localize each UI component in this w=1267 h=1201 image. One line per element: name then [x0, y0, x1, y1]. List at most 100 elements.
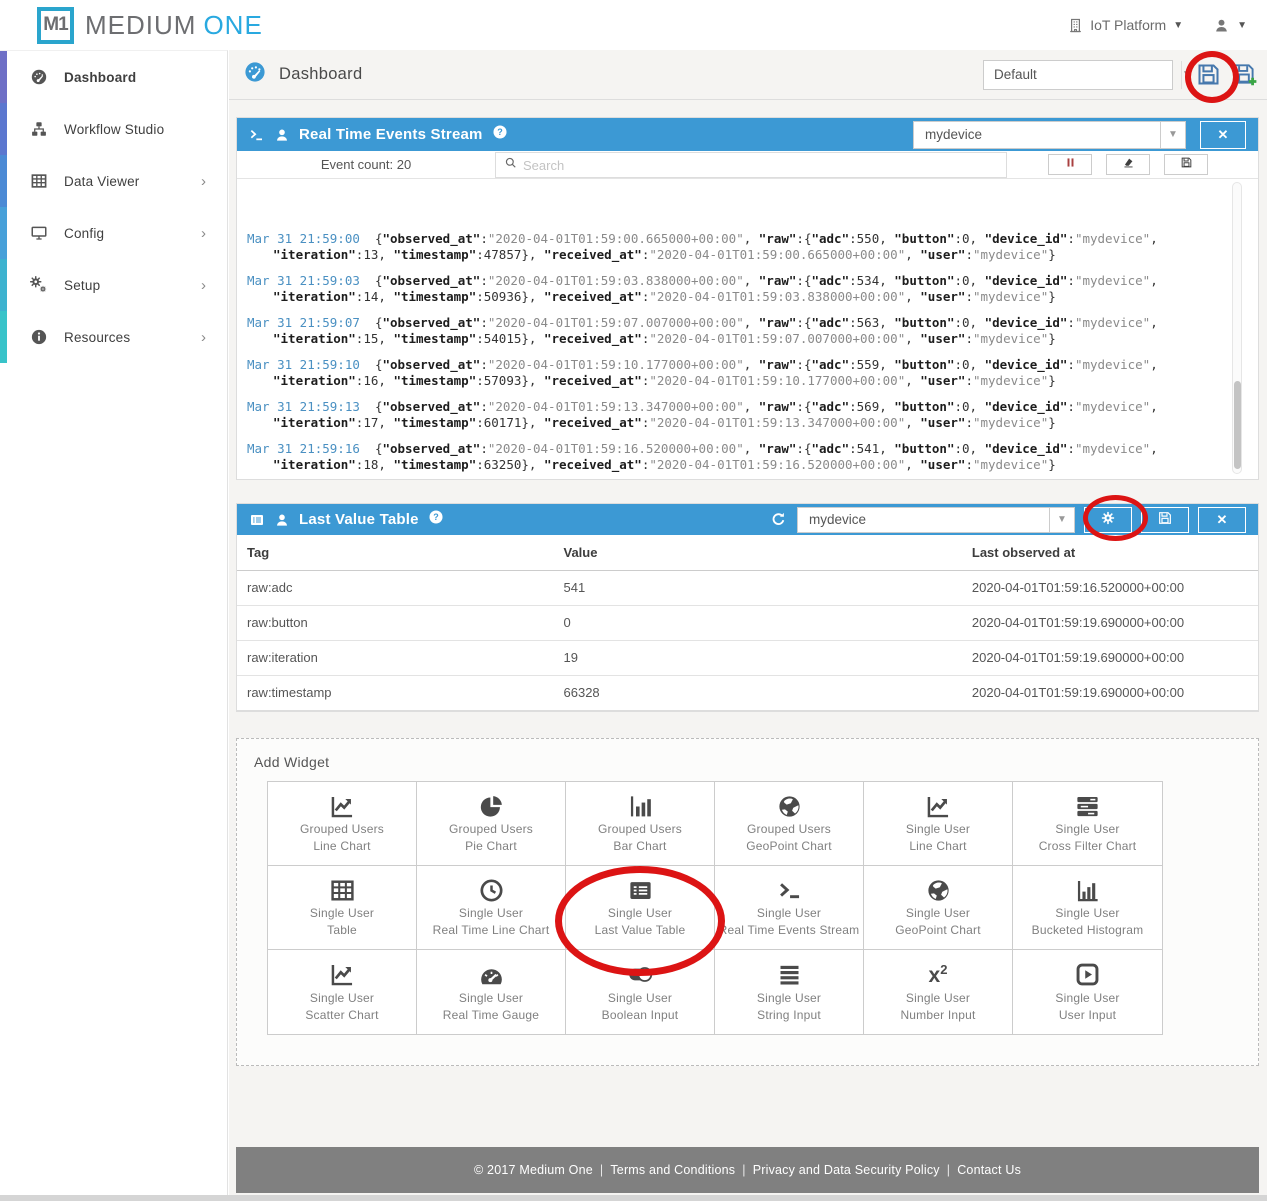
add-widget-label: Add Widget	[237, 739, 1258, 770]
close-widget-button[interactable]: ✕	[1200, 121, 1246, 149]
search-icon	[496, 156, 523, 175]
globe-icon	[776, 791, 803, 821]
sidebar-item-config[interactable]: Config ›	[0, 207, 227, 259]
device-select[interactable]: ▼	[913, 121, 1186, 149]
event-log-entry: Mar 31 21:59:07 {"observed_at":"2020-04-…	[247, 315, 1196, 347]
line-chart-icon	[925, 791, 952, 821]
building-icon	[1067, 17, 1084, 34]
page-title: Dashboard	[279, 65, 362, 84]
widget-tile-grouped-users-pie-chart[interactable]: Grouped UsersPie Chart	[417, 782, 566, 866]
chevron-down-icon[interactable]: ▼	[1181, 61, 1192, 89]
events-widget-header: Real Time Events Stream ? ▼ ✕	[237, 118, 1258, 151]
table-icon	[249, 512, 265, 528]
last-value-table-widget: Last Value Table ? ▼ ✕ Tag Value Last ob…	[236, 503, 1259, 712]
list-card-icon	[627, 875, 654, 905]
clear-stream-button[interactable]	[1106, 154, 1150, 175]
footer-link-privacy[interactable]: Privacy and Data Security Policy	[753, 1163, 940, 1177]
user-caret-icon[interactable]: ▼	[1237, 20, 1247, 31]
event-log-entry: Mar 31 21:59:03 {"observed_at":"2020-04-…	[247, 273, 1196, 305]
device-select[interactable]: ▼	[797, 507, 1075, 533]
line-chart-icon	[329, 791, 356, 821]
widget-tile-grouped-users-line-chart[interactable]: Grouped UsersLine Chart	[268, 782, 417, 866]
widget-tile-single-user-geopoint-chart[interactable]: Single UserGeoPoint Chart	[864, 866, 1013, 950]
horizontal-scrollbar[interactable]	[0, 1195, 1267, 1201]
logo-text-one: ONE	[203, 10, 262, 41]
scrollbar-thumb[interactable]	[1234, 381, 1241, 469]
add-widget-panel: Add Widget Grouped UsersLine ChartGroupe…	[236, 738, 1259, 1066]
footer: © 2017 Medium One | Terms and Conditions…	[236, 1147, 1259, 1193]
search-input[interactable]	[523, 158, 1006, 173]
clock-icon	[478, 875, 505, 905]
events-log[interactable]: Mar 31 21:59:00 {"observed_at":"2020-04-…	[237, 179, 1258, 479]
svg-text:?: ?	[433, 512, 439, 522]
widget-tile-single-user-last-value-table[interactable]: Single UserLast Value Table	[566, 866, 715, 950]
sidebar: Dashboard Workflow Studio Data Viewer › …	[0, 50, 228, 1201]
device-input[interactable]	[914, 127, 1160, 142]
save-icon	[1180, 156, 1193, 174]
line-chart-icon	[329, 960, 356, 990]
save-stream-button[interactable]	[1164, 154, 1208, 175]
platform-menu[interactable]: IoT Platform	[1090, 17, 1166, 33]
widget-tile-single-user-real-time-line-chart[interactable]: Single UserReal Time Line Chart	[417, 866, 566, 950]
widget-tile-single-user-bucketed-histogram[interactable]: Single UserBucketed Histogram	[1013, 866, 1162, 950]
user-avatar-icon[interactable]	[1213, 17, 1230, 34]
chevron-right-icon: ›	[201, 173, 206, 190]
single-user-icon	[274, 127, 290, 143]
sidebar-item-resources[interactable]: Resources ›	[0, 311, 227, 363]
sidebar-item-setup[interactable]: Setup ›	[0, 259, 227, 311]
top-bar: M1 MEDIUM ONE IoT Platform ▼ ▼	[0, 0, 1267, 50]
sidebar-item-data-viewer[interactable]: Data Viewer ›	[0, 155, 227, 207]
events-search[interactable]	[495, 152, 1007, 178]
lvt-widget-header: Last Value Table ? ▼ ✕	[237, 504, 1258, 535]
widget-settings-button[interactable]	[1084, 507, 1132, 533]
footer-link-contact[interactable]: Contact Us	[957, 1163, 1021, 1177]
svg-text:?: ?	[497, 127, 503, 137]
data-viewer-icon	[29, 172, 49, 190]
close-widget-button[interactable]: ✕	[1198, 507, 1246, 533]
table-row: raw:button 0 2020-04-01T01:59:19.690000+…	[237, 605, 1258, 640]
chevron-down-icon[interactable]: ▼	[1049, 507, 1074, 533]
medium-one-logo: M1 MEDIUM ONE	[37, 7, 263, 44]
help-icon[interactable]: ?	[492, 124, 508, 145]
widget-tile-single-user-scatter-chart[interactable]: Single UserScatter Chart	[268, 950, 417, 1034]
widget-grid: Grouped UsersLine ChartGrouped UsersPie …	[267, 781, 1163, 1035]
widget-tile-single-user-cross-filter-chart[interactable]: Single UserCross Filter Chart	[1013, 782, 1162, 866]
footer-link-terms[interactable]: Terms and Conditions	[610, 1163, 735, 1177]
device-input[interactable]	[798, 512, 1049, 527]
widget-tile-single-user-number-input[interactable]: x2Single UserNumber Input	[864, 950, 1013, 1034]
eraser-icon	[1122, 156, 1135, 174]
widget-tile-single-user-boolean-input[interactable]: Single UserBoolean Input	[566, 950, 715, 1034]
help-icon[interactable]: ?	[428, 509, 444, 530]
widget-tile-single-user-table[interactable]: Single UserTable	[268, 866, 417, 950]
widget-tile-grouped-users-geopoint-chart[interactable]: Grouped UsersGeoPoint Chart	[715, 782, 864, 866]
dashboard-select[interactable]: ▼	[983, 60, 1173, 90]
dashboard-name-input[interactable]	[984, 67, 1181, 82]
last-value-table: Tag Value Last observed at raw:adc 541 2…	[237, 535, 1258, 711]
close-icon: ✕	[1217, 512, 1228, 528]
widget-tile-single-user-string-input[interactable]: Single UserString Input	[715, 950, 864, 1034]
dashboard-icon	[29, 68, 49, 86]
platform-caret-icon[interactable]: ▼	[1173, 20, 1183, 31]
terminal-icon	[776, 875, 803, 905]
widget-tile-grouped-users-bar-chart[interactable]: Grouped UsersBar Chart	[566, 782, 715, 866]
table-row: raw:iteration 19 2020-04-01T01:59:19.690…	[237, 640, 1258, 675]
scrollbar[interactable]	[1232, 182, 1242, 474]
sidebar-item-dashboard[interactable]: Dashboard	[0, 51, 227, 103]
save-as-new-dashboard-button[interactable]	[1231, 61, 1258, 88]
lines-icon	[776, 960, 803, 990]
save-widget-button[interactable]	[1141, 507, 1189, 533]
sidebar-item-workflow-studio[interactable]: Workflow Studio	[0, 103, 227, 155]
m1-logo-icon: M1	[37, 7, 74, 44]
widget-tile-single-user-real-time-events-stream[interactable]: Single UserReal Time Events Stream	[715, 866, 864, 950]
save-dashboard-button[interactable]	[1195, 61, 1222, 88]
widget-tile-single-user-line-chart[interactable]: Single UserLine Chart	[864, 782, 1013, 866]
globe-icon	[925, 875, 952, 905]
widget-tile-single-user-user-input[interactable]: Single UserUser Input	[1013, 950, 1162, 1034]
widget-tile-single-user-real-time-gauge[interactable]: Single UserReal Time Gauge	[417, 950, 566, 1034]
chevron-down-icon[interactable]: ▼	[1160, 122, 1185, 148]
refresh-icon[interactable]	[770, 511, 787, 528]
histogram-icon	[1074, 875, 1101, 905]
chevron-right-icon: ›	[201, 225, 206, 242]
pause-stream-button[interactable]	[1048, 154, 1092, 175]
page-header: Dashboard ▼	[229, 50, 1267, 100]
